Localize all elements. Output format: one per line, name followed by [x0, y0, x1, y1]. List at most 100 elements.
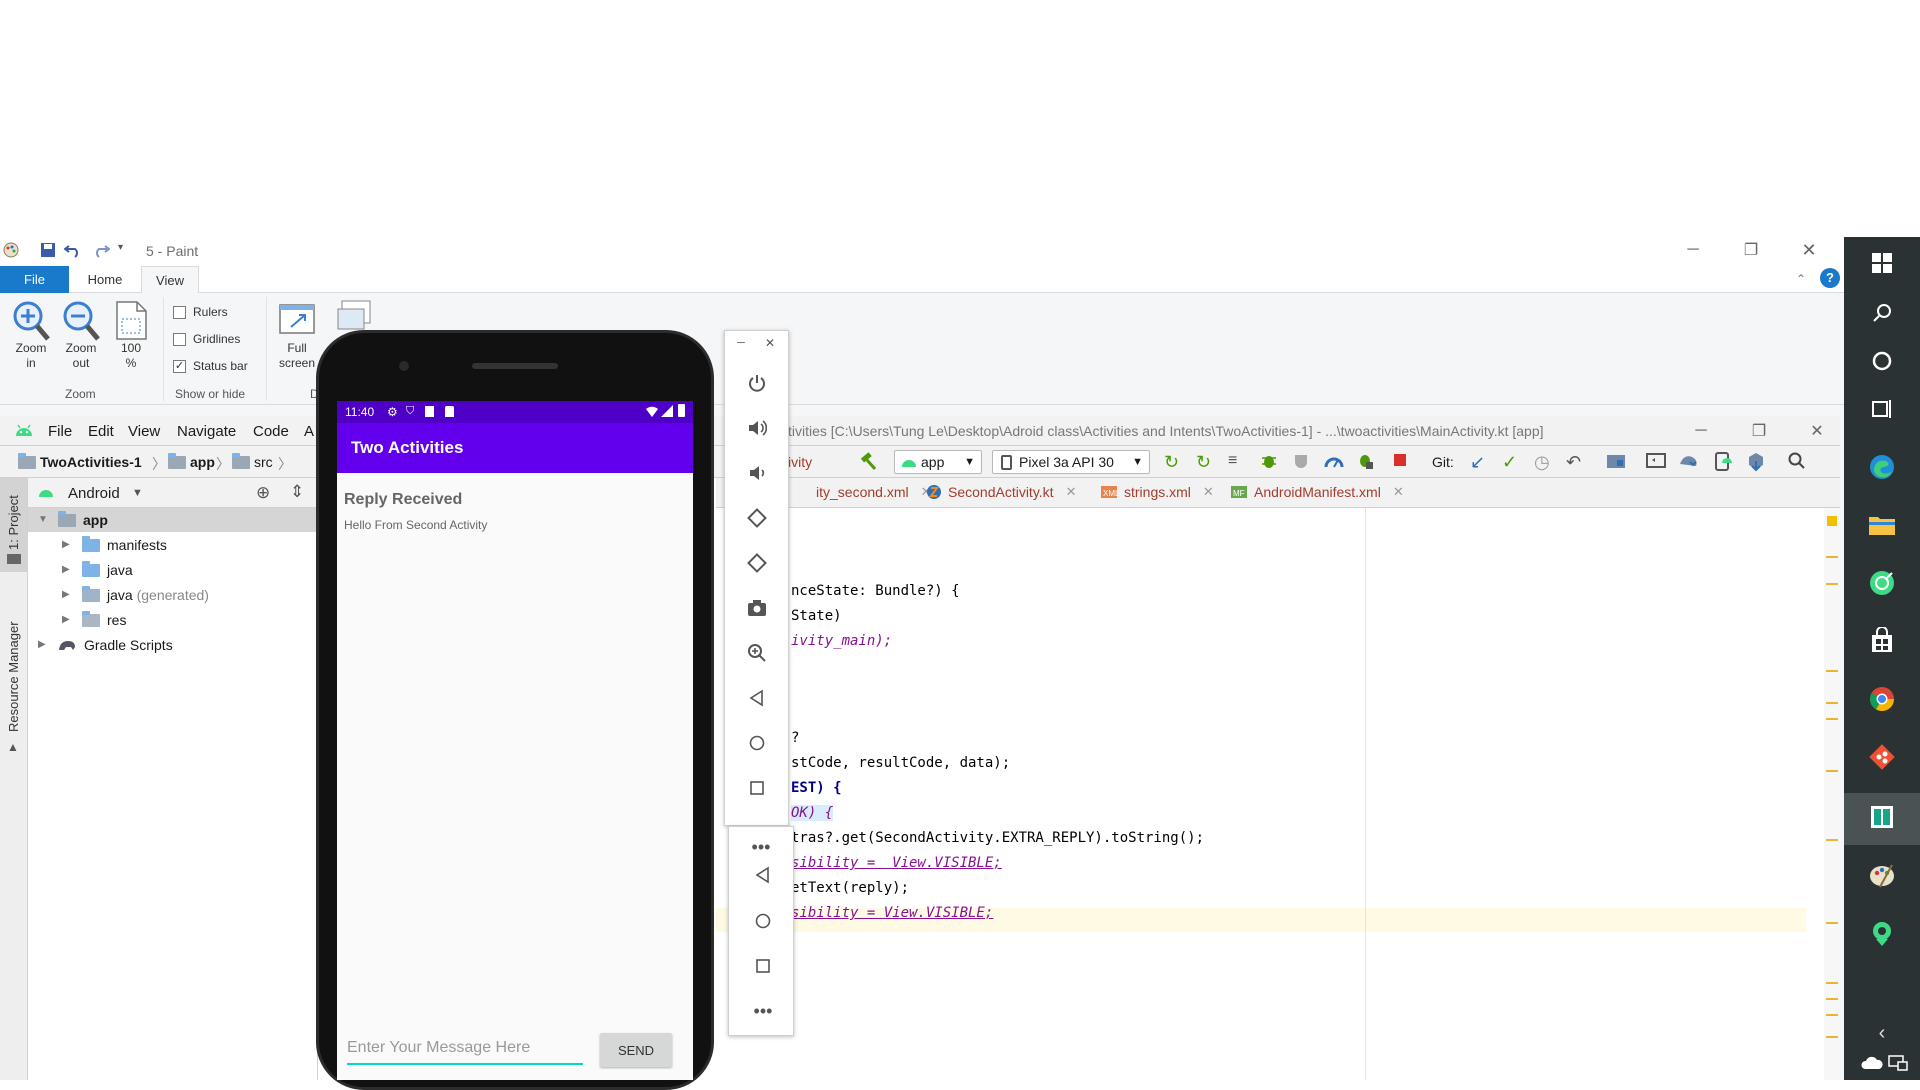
volume-down-icon[interactable]: [745, 461, 769, 485]
home-icon[interactable]: [751, 909, 775, 933]
git-commit-icon[interactable]: ✓: [1502, 452, 1522, 472]
run-tests-icon[interactable]: ≡: [1228, 452, 1248, 472]
error-stripe-mark[interactable]: [1826, 556, 1838, 558]
stop-icon[interactable]: [1392, 452, 1412, 472]
back-icon[interactable]: [745, 686, 769, 710]
coverage-icon[interactable]: [1292, 452, 1312, 472]
project-structure-icon[interactable]: [1606, 452, 1626, 472]
menu-navigate[interactable]: Navigate: [177, 423, 236, 440]
full-screen-button[interactable]: Full screen: [274, 299, 320, 371]
zoom-icon[interactable]: [745, 641, 769, 665]
resource-manager-tab[interactable]: Resource Manager: [6, 621, 21, 732]
save-icon[interactable]: [40, 242, 56, 258]
error-stripe-mark[interactable]: [1826, 770, 1838, 772]
chevron-left-icon[interactable]: ‹: [1868, 1019, 1896, 1047]
git-client-icon[interactable]: [1868, 743, 1896, 771]
notepad-icon[interactable]: [1868, 803, 1896, 831]
breadcrumb-src[interactable]: src: [254, 454, 273, 470]
locate-file-icon[interactable]: ⊕: [256, 483, 270, 503]
undo-icon[interactable]: [64, 242, 82, 258]
module-selector[interactable]: app ▼: [894, 450, 982, 474]
file-explorer-icon[interactable]: [1868, 511, 1896, 539]
error-stripe-mark[interactable]: [1826, 670, 1838, 672]
expand-arrow-icon[interactable]: ▼: [38, 508, 52, 532]
customize-quick-access-icon[interactable]: ▾: [118, 242, 123, 253]
windows-start-icon[interactable]: [1868, 249, 1896, 277]
profile-icon[interactable]: [1324, 452, 1344, 472]
maps-icon[interactable]: [1868, 919, 1896, 947]
edge-browser-icon[interactable]: [1868, 453, 1896, 481]
close-tab-icon[interactable]: ✕: [1203, 484, 1214, 500]
build-hammer-icon[interactable]: [858, 452, 878, 472]
microsoft-store-icon[interactable]: [1868, 627, 1896, 655]
menu-code[interactable]: Code: [253, 423, 289, 440]
tree-item-manifests[interactable]: ▶ manifests: [62, 533, 167, 557]
error-stripe-mark[interactable]: [1826, 702, 1838, 704]
error-stripe-mark[interactable]: [1826, 922, 1838, 924]
task-view-icon[interactable]: [1868, 395, 1896, 423]
expand-arrow-icon[interactable]: ▶: [38, 633, 52, 657]
overview-icon[interactable]: [751, 954, 775, 978]
back-icon[interactable]: [751, 863, 775, 887]
menu-edit[interactable]: Edit: [88, 423, 114, 440]
more-icon[interactable]: •••: [751, 999, 775, 1023]
run-config-partial[interactable]: ivity: [788, 454, 812, 470]
tree-item-java[interactable]: ▶ java: [62, 558, 133, 582]
studio-restore-button[interactable]: ❐: [1736, 418, 1782, 444]
error-stripe-mark[interactable]: [1826, 839, 1838, 841]
editor-scrollbar[interactable]: [1824, 508, 1840, 1080]
emulator-minimize-button[interactable]: ─: [737, 337, 745, 349]
emulator-screen[interactable]: 11:40 ⚙ ⛉ Two Activities Reply Received …: [337, 401, 693, 1080]
close-tab-icon[interactable]: ✕: [1393, 484, 1404, 500]
code-editor[interactable]: nceState: Bundle?) { State) ivity_main);…: [716, 508, 1824, 1080]
tab-file[interactable]: File: [0, 266, 69, 293]
avd-manager-icon[interactable]: [1714, 452, 1734, 472]
status-bar-checkbox[interactable]: ✓ Status bar: [173, 359, 248, 373]
camera-icon[interactable]: [745, 596, 769, 620]
more-icon[interactable]: •••: [749, 835, 773, 859]
project-view-selector[interactable]: Android: [68, 485, 120, 502]
error-stripe-mark[interactable]: [1826, 1036, 1838, 1038]
git-history-icon[interactable]: ◷: [1534, 452, 1554, 472]
paint-restore-button[interactable]: ❐: [1728, 237, 1774, 263]
error-stripe-mark[interactable]: [1826, 718, 1838, 720]
close-tab-icon[interactable]: ✕: [1066, 484, 1077, 500]
overview-icon[interactable]: [745, 776, 769, 800]
apply-code-changes-icon[interactable]: ↻: [1196, 452, 1216, 472]
paint-minimize-button[interactable]: ─: [1670, 237, 1716, 263]
chevron-down-icon[interactable]: ▼: [132, 487, 143, 499]
paint-taskbar-icon[interactable]: [1868, 861, 1896, 889]
tree-item-java-generated[interactable]: ▶ java (generated): [62, 583, 209, 607]
studio-minimize-button[interactable]: ─: [1678, 418, 1724, 444]
tab-android-manifest-xml[interactable]: MF AndroidManifest.xml ✕: [1230, 484, 1404, 500]
rulers-checkbox[interactable]: Rulers: [173, 305, 228, 319]
debug-icon[interactable]: [1260, 452, 1280, 472]
emulator-icon[interactable]: [1646, 452, 1666, 472]
sdk-manager-icon[interactable]: [1746, 452, 1766, 472]
error-stripe-mark[interactable]: [1826, 998, 1838, 1000]
rotate-left-icon[interactable]: [745, 506, 769, 530]
attach-debugger-icon[interactable]: [1356, 452, 1376, 472]
gradle-sync-icon[interactable]: [1678, 452, 1698, 472]
tree-item-app[interactable]: ▼ app: [28, 508, 318, 532]
rotate-right-icon[interactable]: [745, 551, 769, 575]
tab-view[interactable]: View: [141, 266, 199, 294]
error-stripe-mark[interactable]: [1826, 982, 1838, 984]
redo-icon[interactable]: [92, 242, 110, 258]
menu-view[interactable]: View: [128, 423, 160, 440]
emulator-close-button[interactable]: ✕: [765, 336, 775, 350]
error-stripe-mark[interactable]: [1826, 583, 1838, 585]
git-rollback-icon[interactable]: ↶: [1566, 452, 1586, 472]
volume-up-icon[interactable]: [745, 416, 769, 440]
onedrive-icon[interactable]: [1858, 1049, 1886, 1077]
zoom-out-button[interactable]: Zoom out: [60, 299, 102, 371]
git-update-icon[interactable]: ↙: [1470, 452, 1490, 472]
gridlines-checkbox[interactable]: Gridlines: [173, 332, 240, 346]
expand-arrow-icon[interactable]: ▶: [62, 608, 76, 632]
device-selector[interactable]: Pixel 3a API 30 ▼: [992, 450, 1150, 474]
help-icon[interactable]: ?: [1820, 268, 1840, 288]
apply-changes-restart-icon[interactable]: ↻: [1164, 452, 1184, 472]
expand-arrow-icon[interactable]: ▶: [62, 533, 76, 557]
expand-arrow-icon[interactable]: ▶: [62, 558, 76, 582]
cortana-icon[interactable]: [1868, 347, 1896, 375]
